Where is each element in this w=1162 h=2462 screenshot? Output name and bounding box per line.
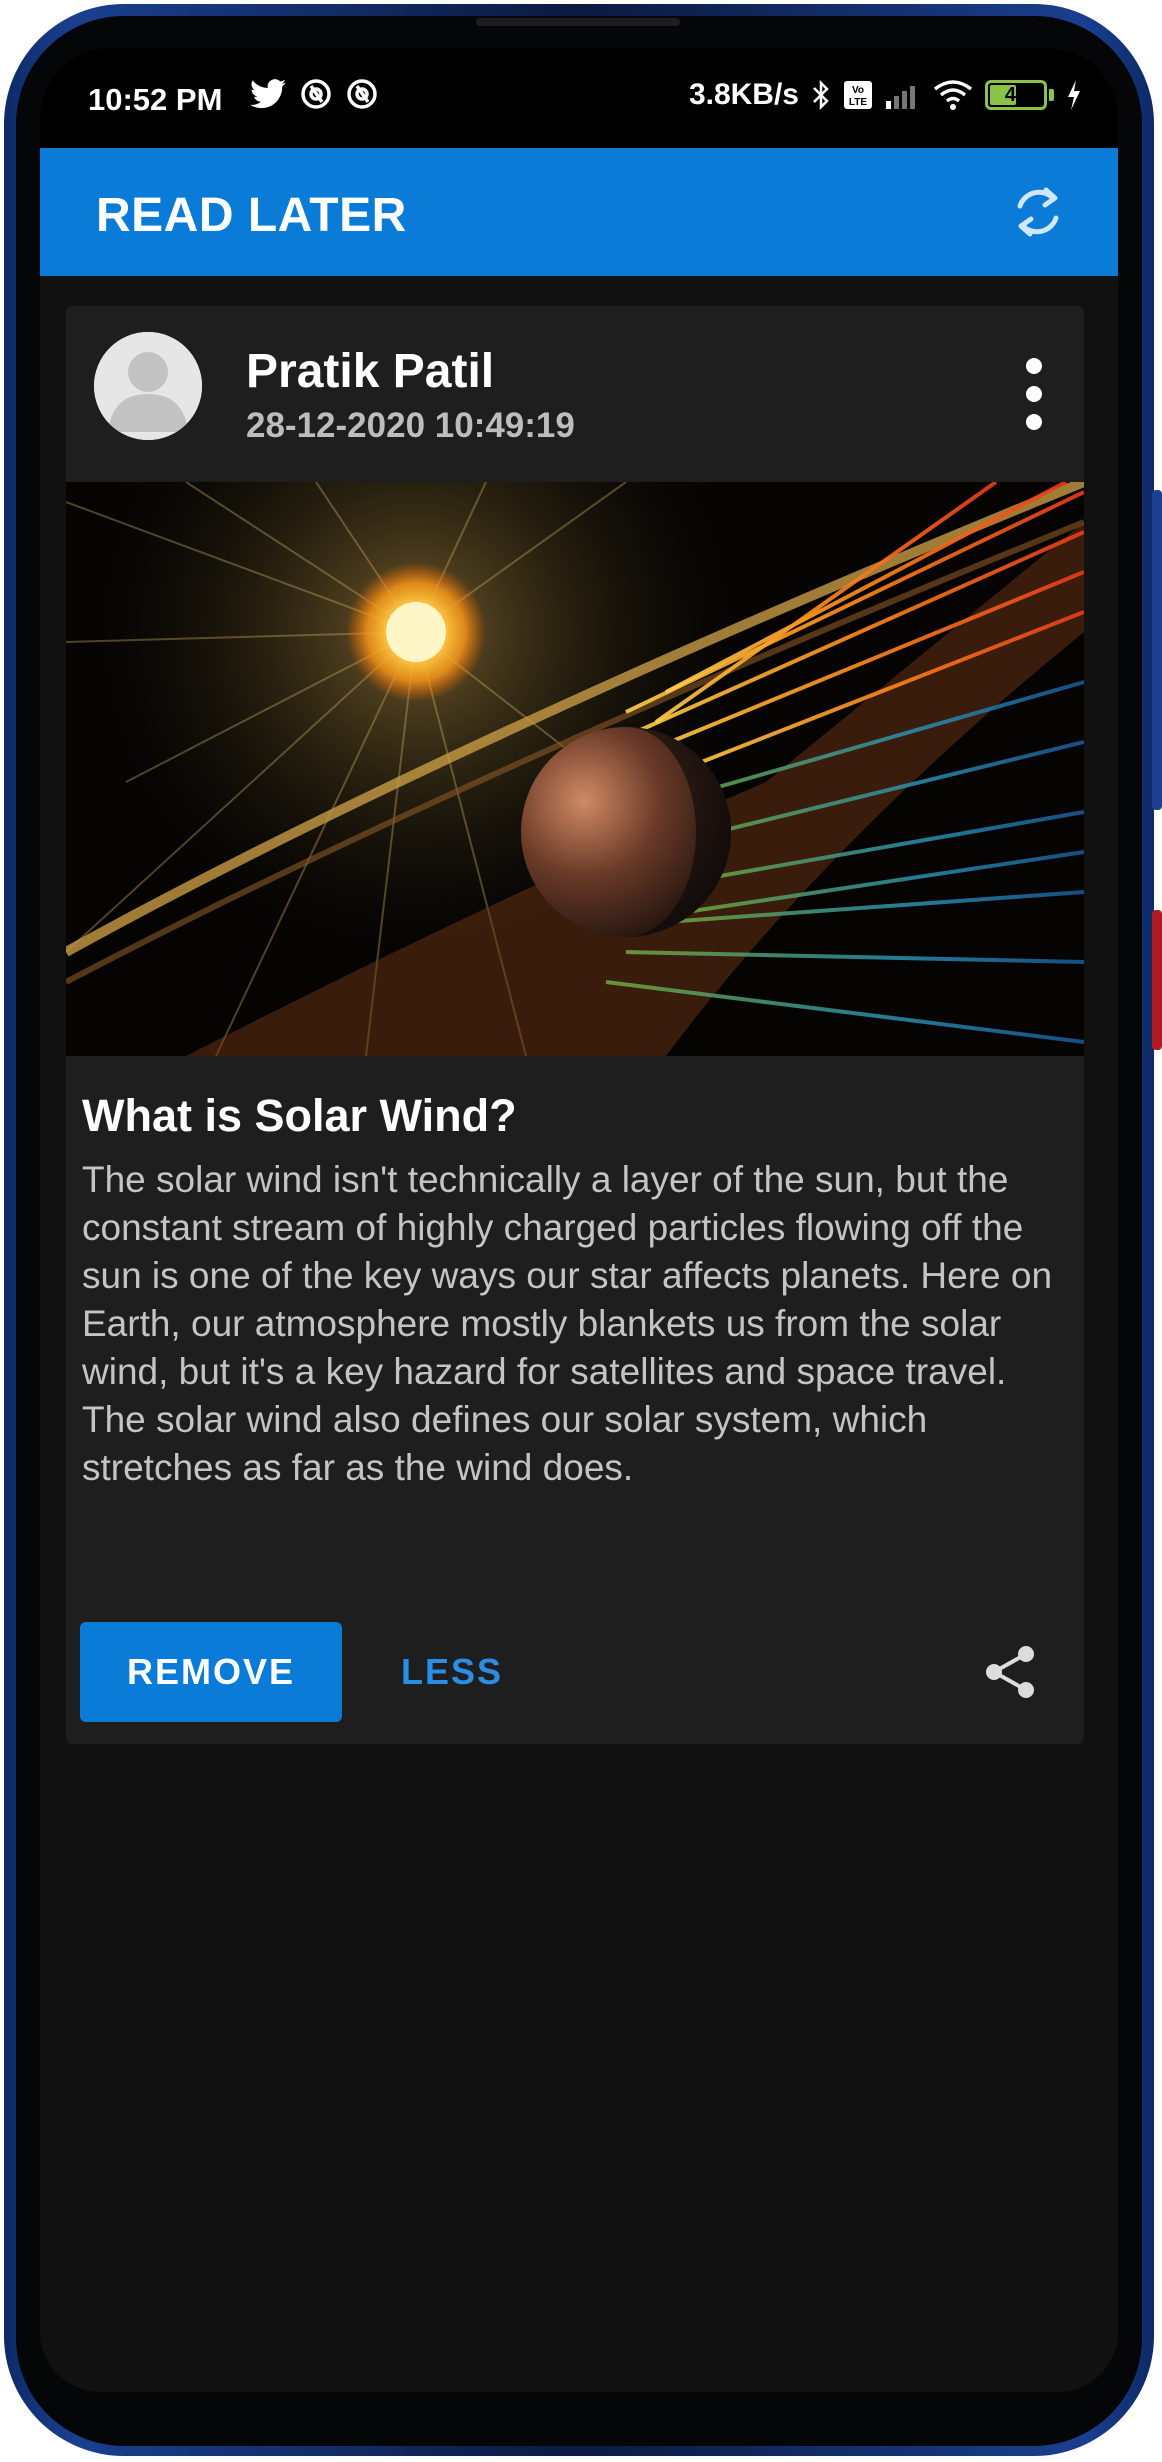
battery-cap xyxy=(1049,89,1054,101)
more-dot xyxy=(1026,414,1042,430)
power-button xyxy=(1152,910,1162,1050)
charging-icon xyxy=(1068,80,1080,110)
volte-icon: Vo LTE xyxy=(844,81,872,109)
avatar[interactable] xyxy=(94,332,202,440)
app-notification-icon xyxy=(347,79,377,109)
author-name[interactable]: Pratik Patil xyxy=(246,344,494,399)
bluetooth-icon xyxy=(813,79,829,111)
app-bar: READ LATER xyxy=(40,148,1118,276)
earpiece-speaker xyxy=(476,18,680,26)
share-icon[interactable] xyxy=(980,1642,1040,1702)
app-notification-icon xyxy=(301,79,331,109)
system-status-icons: 3.8KB/s Vo LTE 47 xyxy=(689,78,1082,112)
status-time: 10:52 PM xyxy=(88,82,223,117)
more-dot xyxy=(1026,358,1042,374)
notification-icons xyxy=(250,78,378,110)
svg-text:LTE: LTE xyxy=(849,97,867,108)
refresh-icon[interactable] xyxy=(1006,180,1070,244)
post-image xyxy=(66,482,1084,1056)
status-bar: 10:52 PM 3.8KB/s Vo LTE 47 xyxy=(40,48,1118,148)
app-screen: 10:52 PM 3.8KB/s Vo LTE 47 READ LATER Pr… xyxy=(40,48,1118,2392)
wifi-icon xyxy=(933,80,973,110)
remove-button[interactable]: REMOVE xyxy=(80,1622,342,1722)
person-icon xyxy=(94,332,202,440)
signal-icon xyxy=(886,86,915,109)
article-title: What is Solar Wind? xyxy=(82,1090,517,1141)
svg-text:Vo: Vo xyxy=(852,85,864,96)
more-dot xyxy=(1026,386,1042,402)
post-timestamp: 28-12-2020 10:49:19 xyxy=(246,406,575,445)
network-speed: 3.8KB/s xyxy=(688,78,799,111)
saved-post-card: Pratik Patil 28-12-2020 10:49:19 What is… xyxy=(66,306,1084,1744)
less-button[interactable]: LESS xyxy=(382,1622,522,1722)
phone-device: 10:52 PM 3.8KB/s Vo LTE 47 READ LATER Pr… xyxy=(0,0,1162,2462)
page-title: READ LATER xyxy=(96,189,407,242)
battery-icon: 47 xyxy=(985,80,1047,110)
volume-button xyxy=(1152,490,1162,810)
solar-wind-illustration xyxy=(66,482,1084,1056)
article-body: The solar wind isn't technically a layer… xyxy=(82,1159,1053,1488)
battery-level: 47 xyxy=(1004,83,1028,106)
more-vert-icon[interactable] xyxy=(1014,358,1054,430)
twitter-icon xyxy=(250,79,286,109)
